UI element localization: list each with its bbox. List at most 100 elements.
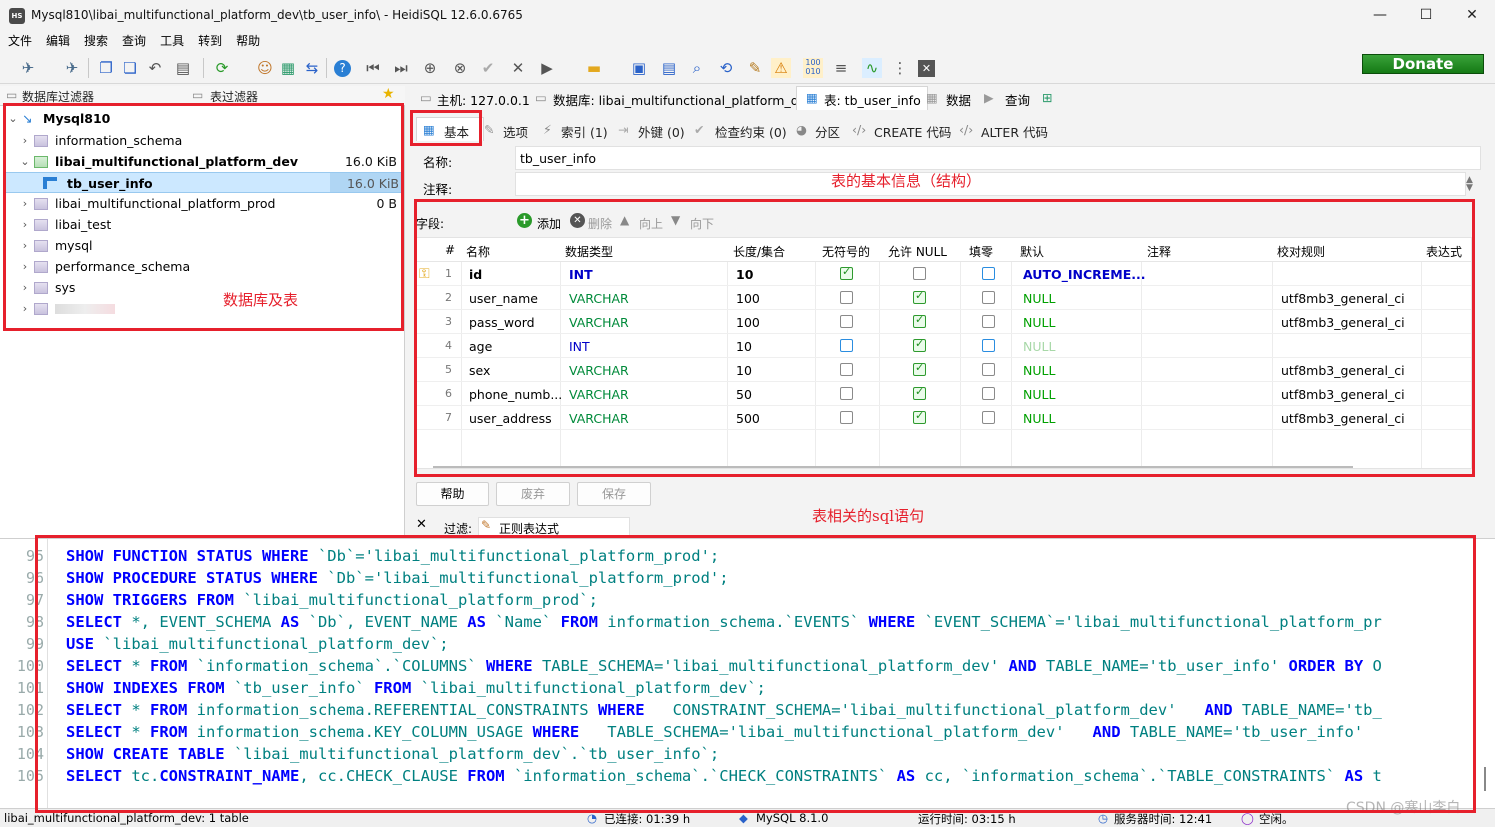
paste-icon[interactable]: ❏: [120, 58, 140, 78]
unsigned-checkbox[interactable]: [840, 363, 853, 376]
export-icon[interactable]: ▦: [278, 58, 298, 78]
table-row[interactable]: 2 user_name VARCHAR 100 NULL utf8mb3_general_…: [417, 286, 1471, 310]
wrap-icon[interactable]: ≡: [831, 58, 851, 78]
tab-check-constraints[interactable]: 检查约束 (0): [715, 122, 787, 141]
tab-options[interactable]: 选项: [503, 122, 528, 141]
col-header-unsigned[interactable]: 无符号的: [822, 243, 870, 260]
tree-item-sys[interactable]: › sys: [0, 277, 405, 298]
help-button[interactable]: 帮助: [416, 482, 489, 506]
db-filter-input[interactable]: 数据库过滤器: [22, 88, 94, 105]
tab-database[interactable]: 数据库: libai_multifunctional_platform_dev: [553, 90, 814, 109]
discard-button[interactable]: 废弃: [496, 482, 570, 506]
row-number[interactable]: 1: [445, 267, 452, 280]
tab-host[interactable]: 主机: 127.0.0.1: [437, 90, 530, 109]
data-type-cell[interactable]: VARCHAR: [569, 315, 629, 330]
collation-cell[interactable]: utf8mb3_general_ci: [1281, 291, 1405, 306]
move-up-button[interactable]: 向上: [639, 215, 663, 232]
unsigned-checkbox[interactable]: [840, 339, 853, 352]
help-icon[interactable]: ?: [334, 60, 351, 77]
sql-line[interactable]: SHOW FUNCTION STATUS WHERE `Db`='libai_m…: [66, 547, 719, 565]
length-cell[interactable]: 10: [736, 363, 752, 378]
tree-item-performance-schema[interactable]: › performance_schema: [0, 256, 405, 277]
unsigned-checkbox[interactable]: [840, 387, 853, 400]
tree-item-mysql[interactable]: › mysql: [0, 235, 405, 256]
menu-search[interactable]: 搜索: [76, 31, 114, 51]
allow-null-checkbox[interactable]: [913, 313, 926, 328]
regex-option[interactable]: 正则表达式: [499, 520, 559, 537]
cancel-record-icon[interactable]: ✕: [508, 58, 528, 78]
tree-item-blurred[interactable]: ›: [0, 298, 405, 319]
col-header-name[interactable]: 名称: [466, 243, 490, 260]
column-name-cell[interactable]: sex: [469, 363, 490, 378]
collation-cell[interactable]: utf8mb3_general_ci: [1281, 411, 1405, 426]
user-manager-icon[interactable]: ☺: [255, 58, 275, 78]
length-cell[interactable]: 500: [736, 411, 760, 426]
print-icon[interactable]: ▤: [173, 58, 193, 78]
expand-icon[interactable]: ›: [20, 235, 30, 256]
tab-query[interactable]: 查询: [1005, 90, 1030, 109]
sql-line[interactable]: SELECT * FROM information_schema.REFEREN…: [66, 701, 1382, 719]
menu-edit[interactable]: 编辑: [38, 31, 76, 51]
allow-null-checkbox[interactable]: [913, 267, 926, 280]
column-name-cell[interactable]: age: [469, 339, 492, 354]
clear-icon[interactable]: ✎: [745, 58, 765, 78]
col-header-zerofill[interactable]: 填零: [969, 243, 993, 260]
menu-query[interactable]: 查询: [114, 31, 152, 51]
warning-icon[interactable]: ⚠: [771, 58, 791, 78]
tab-data[interactable]: 数据: [946, 90, 971, 109]
zerofill-checkbox[interactable]: [982, 291, 995, 304]
menu-help[interactable]: 帮助: [228, 31, 266, 51]
length-cell[interactable]: 100: [736, 291, 760, 306]
col-header-collation[interactable]: 校对规则: [1277, 243, 1325, 260]
sql-line[interactable]: SHOW PROCEDURE STATUS WHERE `Db`='libai_…: [66, 569, 729, 587]
tree-root[interactable]: ⌄ ↘ Mysql810: [0, 108, 405, 129]
menu-file[interactable]: 文件: [0, 31, 38, 51]
default-cell[interactable]: AUTO_INCREME...: [1023, 267, 1146, 282]
tab-basic[interactable]: 基本: [444, 122, 469, 141]
data-type-cell[interactable]: VARCHAR: [569, 411, 629, 426]
delete-field-button[interactable]: 删除: [588, 215, 612, 232]
row-number[interactable]: 5: [445, 363, 452, 376]
allow-null-checkbox[interactable]: [913, 409, 926, 424]
save-icon[interactable]: ▣: [629, 58, 649, 78]
default-cell[interactable]: NULL: [1023, 363, 1055, 378]
data-type-cell[interactable]: INT: [569, 267, 593, 282]
default-cell[interactable]: NULL: [1023, 339, 1055, 354]
length-cell[interactable]: 100: [736, 315, 760, 330]
table-comment-input[interactable]: [515, 172, 1466, 196]
unsigned-checkbox[interactable]: [840, 291, 853, 304]
data-type-cell[interactable]: INT: [569, 339, 590, 354]
zerofill-checkbox[interactable]: [982, 387, 995, 400]
sql-line[interactable]: SHOW CREATE TABLE `libai_multifunctional…: [66, 745, 719, 763]
expand-icon[interactable]: ›: [20, 214, 30, 235]
table-row[interactable]: 6 phone_numb... VARCHAR 50 NULL utf8mb3_gener…: [417, 382, 1471, 406]
col-header-num[interactable]: #: [445, 243, 455, 257]
column-name-cell[interactable]: phone_numb...: [469, 387, 562, 402]
insert-record-icon[interactable]: ⊕: [420, 58, 440, 78]
row-number[interactable]: 4: [445, 339, 452, 352]
col-header-type[interactable]: 数据类型: [565, 243, 613, 260]
default-cell[interactable]: NULL: [1023, 291, 1055, 306]
log-icon[interactable]: ∿: [862, 58, 882, 78]
close-filter-icon[interactable]: ✕: [416, 517, 427, 532]
table-row[interactable]: 5 sex VARCHAR 10 NULL utf8mb3_general_ci: [417, 358, 1471, 382]
sql-log[interactable]: 95 96 97 98 99 100 101 102 103 104 105 SHOW FUNCTI…: [0, 538, 1495, 809]
row-number[interactable]: 2: [445, 291, 452, 304]
table-name-input[interactable]: tb_user_info: [515, 146, 1481, 170]
delete-record-icon[interactable]: ⊗: [450, 58, 470, 78]
comment-scroll-icon[interactable]: ▲ ▼: [1466, 176, 1473, 193]
allow-null-checkbox[interactable]: [913, 361, 926, 376]
expand-icon[interactable]: ›: [20, 298, 30, 319]
length-cell[interactable]: 10: [736, 339, 752, 354]
sql-line[interactable]: SELECT tc.CONSTRAINT_NAME, cc.CHECK_CLAU…: [66, 767, 1382, 785]
column-name-cell[interactable]: pass_word: [469, 315, 535, 330]
col-header-default[interactable]: 默认: [1020, 243, 1044, 260]
tree-item-libai-test[interactable]: › libai_test: [0, 214, 405, 235]
sql-line[interactable]: USE `libai_multifunctional_platform_dev`…: [66, 635, 449, 653]
grid-horizontal-scrollbar[interactable]: [433, 466, 1353, 468]
length-cell[interactable]: 50: [736, 387, 752, 402]
menu-tools[interactable]: 工具: [152, 31, 190, 51]
sql-line[interactable]: SHOW INDEXES FROM `tb_user_info` FROM `l…: [66, 679, 766, 697]
column-name-cell[interactable]: user_address: [469, 411, 552, 426]
expand-icon[interactable]: ›: [20, 277, 30, 298]
